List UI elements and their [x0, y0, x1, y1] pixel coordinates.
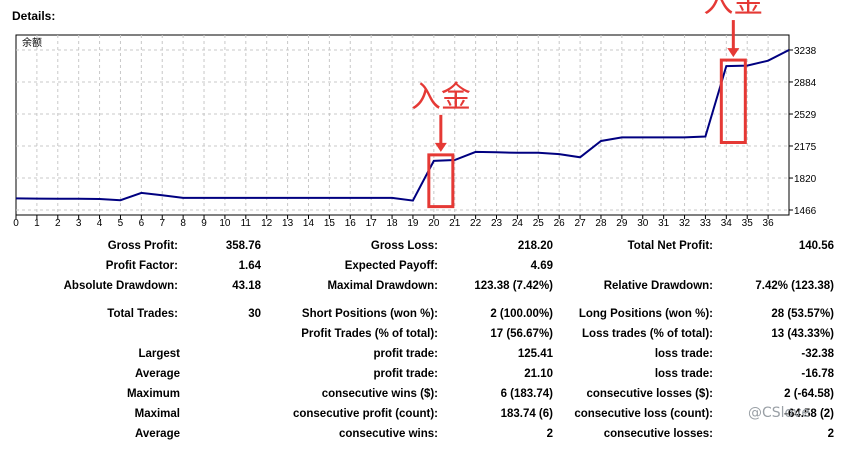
- absolute-drawdown-label: Absolute Drawdown:: [63, 280, 178, 292]
- maximum-losses-value: 2 (-64.58): [784, 388, 834, 400]
- profit-factor-value: 1.64: [238, 260, 261, 272]
- watermark: @CSlove: [748, 405, 811, 421]
- average-consecutive-label: Average: [135, 428, 180, 440]
- gross-loss-label: Gross Loss:: [370, 240, 438, 252]
- maximal-profit-value: 183.74 (6): [500, 408, 553, 420]
- largest-label: Largest: [138, 348, 180, 360]
- maximum-wins-value: 6 (183.74): [500, 388, 553, 400]
- largest-loss-label: loss trade:: [654, 348, 713, 360]
- largest-profit-value: 125.41: [517, 348, 553, 360]
- profit-trades-label: Profit Trades (% of total):: [301, 328, 438, 340]
- absolute-drawdown-value: 43.18: [232, 280, 261, 292]
- gross-profit-label: Gross Profit:: [107, 240, 178, 252]
- profit-trades-value: 17 (56.67%): [490, 328, 553, 340]
- long-positions-label: Long Positions (won %):: [578, 308, 713, 320]
- short-positions-value: 2 (100.00%): [490, 308, 553, 320]
- gross-profit-value: 358.76: [225, 240, 261, 252]
- maximal-drawdown-value: 123.38 (7.42%): [474, 280, 553, 292]
- expected-payoff-label: Expected Payoff:: [344, 260, 438, 272]
- stats-table: Gross Profit: 358.76 Gross Loss: 218.20 …: [0, 0, 844, 452]
- average-loss-label: loss trade:: [654, 368, 713, 380]
- average-consecutive-losses-label: consecutive losses:: [603, 428, 713, 440]
- maximal-profit-label: consecutive profit (count):: [292, 408, 438, 420]
- relative-drawdown-value: 7.42% (123.38): [755, 280, 834, 292]
- average-loss-value: -16.78: [801, 368, 834, 380]
- maximal-drawdown-label: Maximal Drawdown:: [327, 280, 438, 292]
- total-trades-value: 30: [248, 308, 261, 320]
- largest-loss-value: -32.38: [801, 348, 834, 360]
- relative-drawdown-label: Relative Drawdown:: [603, 280, 713, 292]
- profit-factor-label: Profit Factor:: [105, 260, 178, 272]
- maximal-label: Maximal: [134, 408, 180, 420]
- total-net-profit-label: Total Net Profit:: [627, 240, 713, 252]
- average-label: Average: [135, 368, 180, 380]
- maximum-label: Maximum: [126, 388, 180, 400]
- expected-payoff-value: 4.69: [530, 260, 553, 272]
- maximal-loss-label: consecutive loss (count):: [574, 408, 713, 420]
- average-profit-value: 21.10: [524, 368, 553, 380]
- average-consecutive-wins-value: 2: [546, 428, 553, 440]
- total-net-profit-value: 140.56: [798, 240, 834, 252]
- loss-trades-label: Loss trades (% of total):: [582, 328, 713, 340]
- gross-loss-value: 218.20: [517, 240, 553, 252]
- maximum-wins-label: consecutive wins ($):: [321, 388, 438, 400]
- loss-trades-value: 13 (43.33%): [771, 328, 834, 340]
- short-positions-label: Short Positions (won %):: [301, 308, 438, 320]
- largest-profit-label: profit trade:: [373, 348, 438, 360]
- long-positions-value: 28 (53.57%): [771, 308, 834, 320]
- average-profit-label: profit trade:: [373, 368, 438, 380]
- maximum-losses-label: consecutive losses ($):: [586, 388, 713, 400]
- total-trades-label: Total Trades:: [107, 308, 178, 320]
- average-consecutive-losses-value: 2: [827, 428, 834, 440]
- average-consecutive-wins-label: consecutive wins:: [338, 428, 438, 440]
